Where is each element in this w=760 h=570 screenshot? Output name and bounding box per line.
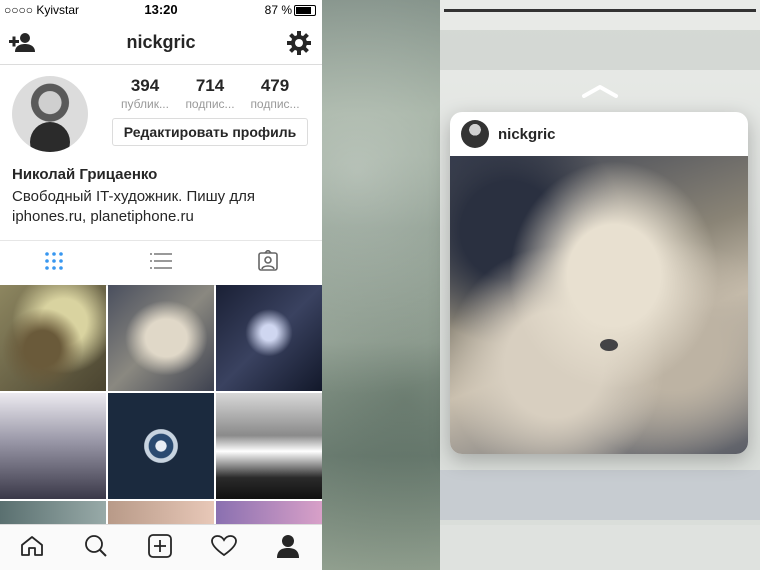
tagged-icon	[257, 248, 279, 277]
chevron-up-icon[interactable]	[582, 84, 618, 103]
top-divider	[444, 9, 756, 12]
heart-icon	[211, 534, 237, 562]
list-icon	[149, 252, 172, 275]
profile-tab[interactable]	[256, 525, 320, 570]
profile-screen: ○○○○ Kyivstar 13:20 87 % nickgric 394 пу…	[0, 0, 322, 570]
followers-stat[interactable]: 714 подпис...	[177, 76, 243, 111]
grid-view-tab[interactable]	[0, 241, 107, 285]
following-count: 479	[260, 76, 290, 95]
profile-icon	[276, 534, 300, 563]
grid-photo[interactable]	[216, 501, 322, 525]
home-icon	[20, 535, 44, 562]
gear-icon[interactable]	[286, 30, 312, 56]
peek-preview-card[interactable]: nickgric	[450, 112, 748, 454]
grid-photo[interactable]	[216, 393, 322, 499]
followers-count: 714	[195, 76, 225, 95]
activity-tab[interactable]	[192, 525, 256, 570]
list-view-tab[interactable]	[107, 241, 214, 285]
nav-bar: nickgric	[0, 20, 322, 65]
bio: Свободный IT-художник. Пишу для iphones.…	[12, 187, 312, 227]
grid-photo[interactable]	[108, 393, 214, 499]
posts-label: публик...	[121, 97, 169, 111]
avatar[interactable]	[12, 76, 88, 152]
followers-label: подпис...	[185, 97, 235, 111]
blurred-grid	[440, 470, 760, 520]
posts-count: 394	[130, 76, 160, 95]
add-post-tab[interactable]	[128, 525, 192, 570]
following-stat[interactable]: 479 подпис...	[242, 76, 308, 111]
search-tab[interactable]	[64, 525, 128, 570]
preview-avatar	[461, 120, 489, 148]
add-post-icon	[147, 533, 173, 564]
preview-header: nickgric	[450, 112, 748, 156]
page-title: nickgric	[126, 32, 196, 52]
search-icon	[84, 534, 108, 563]
preview-username: nickgric	[498, 126, 556, 143]
grid-photo[interactable]	[108, 285, 214, 391]
posts-stat[interactable]: 394 публик...	[112, 76, 178, 111]
tab-bar	[0, 524, 322, 570]
bio-links[interactable]: iphones.ru, planetiphone.ru	[12, 207, 312, 227]
battery-icon	[294, 5, 316, 16]
bio-line: Свободный IT-художник. Пишу для	[12, 188, 255, 205]
battery-percent: 87 %	[264, 3, 292, 17]
full-name: Николай Грицаенко	[12, 166, 158, 183]
status-bar: ○○○○ Kyivstar 13:20 87 %	[0, 0, 322, 20]
tagged-tab[interactable]	[214, 241, 321, 285]
grid-photo[interactable]	[0, 501, 106, 525]
grid-icon	[44, 251, 64, 276]
blurred-nav	[440, 30, 760, 70]
profile-tabs	[0, 240, 322, 286]
preview-photo	[450, 156, 748, 454]
grid-photo[interactable]	[108, 501, 214, 525]
blurred-background	[322, 0, 440, 570]
home-tab[interactable]	[0, 525, 64, 570]
grid-photo[interactable]	[0, 393, 106, 499]
grid-photo[interactable]	[216, 285, 322, 391]
blurred-tab-bar	[440, 525, 760, 570]
following-label: подпис...	[250, 97, 300, 111]
edit-profile-button[interactable]: Редактировать профиль	[112, 118, 308, 146]
grid-photo[interactable]	[0, 285, 106, 391]
photo-detail	[600, 339, 618, 351]
